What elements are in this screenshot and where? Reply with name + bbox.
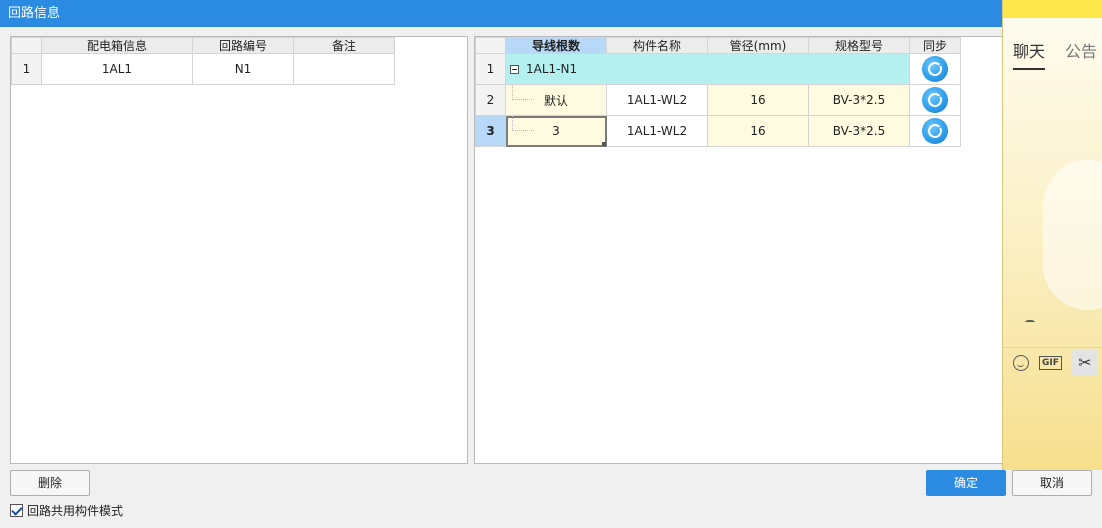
chat-tabs: 聊天 公告 [1013,38,1097,70]
tree-connector [512,85,534,100]
sync-cell [909,115,961,147]
collapse-icon[interactable] [510,65,519,74]
background-decoration [1043,160,1102,310]
table-row[interactable]: 3 3 1AL1-WL2 16 BV-3*2.5 [475,115,961,147]
wire-count-cell[interactable]: 默认 [505,84,607,116]
header-note[interactable]: 备注 [293,37,395,54]
wire-count-cell-selected[interactable]: 3 [505,115,607,147]
component-name-cell[interactable]: 1AL1-WL2 [606,115,708,147]
tab-chat[interactable]: 聊天 [1013,38,1046,70]
sync-refresh-icon[interactable] [922,118,948,144]
group-label: 1AL1-N1 [526,62,578,76]
spec-model-cell[interactable]: BV-3*2.5 [808,115,910,147]
row-number[interactable]: 2 [475,84,506,116]
fill-handle[interactable] [602,142,606,146]
chat-overlay-window: 聊天 公告 GIF ✂ [1002,0,1102,470]
component-name-cell[interactable]: 1AL1-WL2 [606,84,708,116]
sync-refresh-icon[interactable] [922,87,948,113]
shared-component-mode-checkbox[interactable] [10,503,23,517]
wire-detail-table: 导线根数 构件名称 管径(mm) 规格型号 同步 1 1AL1-N1 2 默认 … [475,37,961,147]
emoji-icon[interactable] [1013,354,1029,371]
tab-notice[interactable]: 公告 [1065,38,1097,70]
group-cell[interactable]: 1AL1-N1 [505,53,910,85]
scissors-icon[interactable]: ✂ [1071,349,1098,376]
wire-count-value: 3 [552,124,560,138]
table-header-row: 配电箱信息 回路编号 备注 [11,37,395,54]
pipe-diameter-cell[interactable]: 16 [707,115,809,147]
bird-decoration-icon [1025,320,1035,324]
pipe-diameter-cell[interactable]: 16 [707,84,809,116]
delete-button[interactable]: 删除 [10,470,90,496]
chat-top-strip [1003,0,1102,18]
window-title: 回路信息 [0,0,1102,27]
box-info-cell[interactable]: 1AL1 [41,53,193,85]
sync-cell [909,84,961,116]
table-row[interactable]: 2 默认 1AL1-WL2 16 BV-3*2.5 [475,84,961,116]
sync-cell [909,53,961,85]
row-number[interactable]: 1 [475,53,506,85]
circuit-number-cell[interactable]: N1 [192,53,294,85]
header-spec-model[interactable]: 规格型号 [808,37,910,54]
spec-model-cell[interactable]: BV-3*2.5 [808,84,910,116]
ok-button[interactable]: 确定 [926,470,1006,496]
cancel-button[interactable]: 取消 [1012,470,1092,496]
chat-input-toolbar: GIF ✂ [1003,347,1102,377]
tree-connector [512,116,534,131]
header-corner[interactable] [475,37,506,54]
table-header-row: 导线根数 构件名称 管径(mm) 规格型号 同步 [475,37,961,54]
header-component-name[interactable]: 构件名称 [606,37,708,54]
shared-component-mode-label: 回路共用构件模式 [27,503,124,518]
row-number[interactable]: 1 [11,53,42,85]
header-box-info[interactable]: 配电箱信息 [41,37,193,54]
table-row-group[interactable]: 1 1AL1-N1 [475,53,961,85]
table-row[interactable]: 1 1AL1 N1 [11,53,395,85]
header-circuit-number[interactable]: 回路编号 [192,37,294,54]
wire-detail-panel: 导线根数 构件名称 管径(mm) 规格型号 同步 1 1AL1-N1 2 默认 … [474,36,1008,464]
header-pipe-diameter[interactable]: 管径(mm) [707,37,809,54]
header-wire-count[interactable]: 导线根数 [505,37,607,54]
distribution-box-panel: 配电箱信息 回路编号 备注 1 1AL1 N1 [10,36,468,464]
shared-component-mode-option[interactable]: 回路共用构件模式 [10,503,124,518]
circuit-list-table: 配电箱信息 回路编号 备注 1 1AL1 N1 [11,37,395,85]
sync-refresh-icon[interactable] [922,56,948,82]
header-corner[interactable] [11,37,42,54]
note-cell[interactable] [293,53,395,85]
gif-icon[interactable]: GIF [1039,355,1062,370]
header-sync[interactable]: 同步 [909,37,961,54]
wire-count-value: 默认 [543,93,568,108]
row-number[interactable]: 3 [475,115,506,147]
